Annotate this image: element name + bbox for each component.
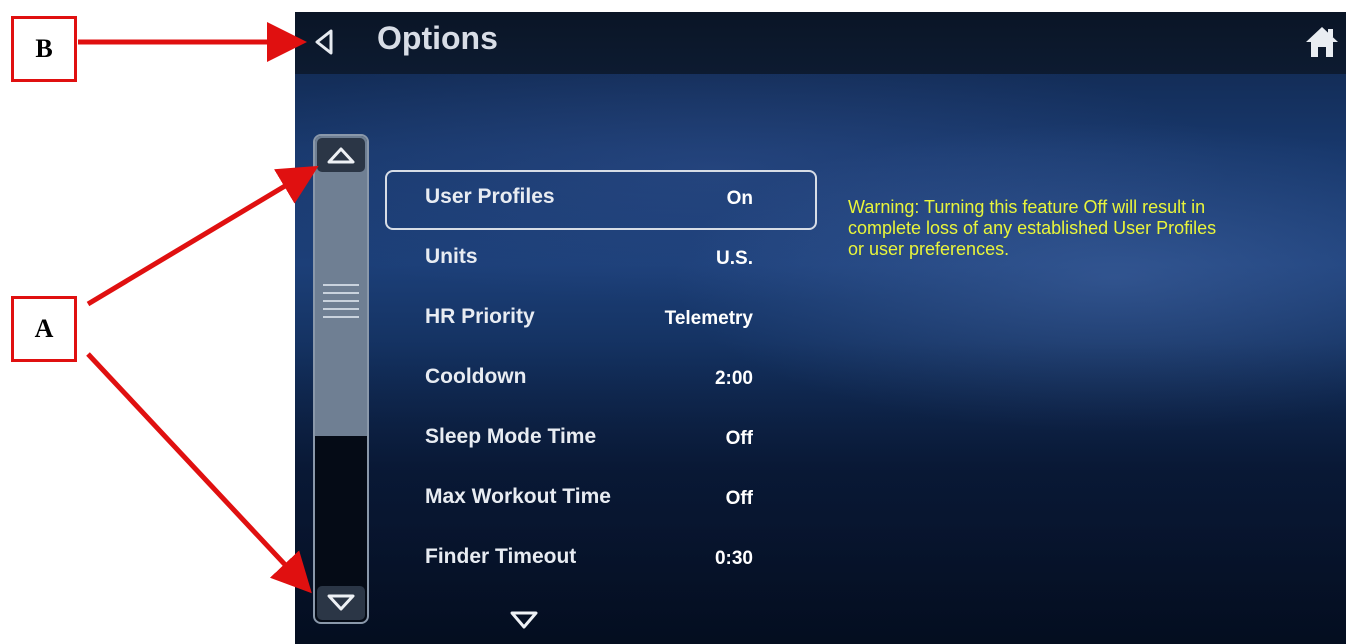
scroll-thumb[interactable] [315,136,367,436]
page-title: Options [377,20,498,56]
grip-line [323,308,359,310]
device-screen: Options User Profiles On Units U.S. HR P… [295,12,1346,644]
options-list: User Profiles On Units U.S. HR Priority … [385,170,817,590]
option-label: HR Priority [425,305,535,328]
option-row-cooldown[interactable]: Cooldown 2:00 [385,350,817,410]
arrow-a-to-down [86,352,312,594]
warning-message: Warning: Turning this feature Off will r… [848,197,1217,259]
option-value: Off [725,428,753,449]
scroll-up-triangle-icon [327,147,355,164]
scroll-down-button[interactable] [317,586,365,620]
option-label: User Profiles [425,185,555,208]
callout-b-text: B [35,34,53,63]
option-row-user-profiles[interactable]: User Profiles On [385,170,817,230]
option-value: Telemetry [664,308,753,329]
option-label: Sleep Mode Time [425,425,597,448]
grip-line [323,284,359,286]
option-row-max-workout-time[interactable]: Max Workout Time Off [385,470,817,530]
callout-b-label: B [11,16,77,82]
home-icon[interactable] [1304,24,1340,60]
option-value: On [726,188,753,209]
option-value: 0:30 [714,548,753,569]
grip-line [323,316,359,318]
option-value: 2:00 [714,368,753,389]
option-label: Cooldown [425,365,527,388]
option-label: Units [425,245,478,268]
back-triangle-icon[interactable] [313,28,335,56]
option-row-sleep-mode-time[interactable]: Sleep Mode Time Off [385,410,817,470]
option-value: U.S. [716,248,753,269]
grip-line [323,292,359,294]
option-row-hr-priority[interactable]: HR Priority Telemetry [385,290,817,350]
callout-a-text: A [34,314,54,343]
top-bar: Options [295,12,1346,74]
option-value: Off [725,488,753,509]
grip-line [323,300,359,302]
arrow-a-to-up [86,165,319,307]
option-label: Max Workout Time [425,485,611,508]
option-label: Finder Timeout [425,545,577,568]
scroll-down-triangle-icon [327,594,355,611]
option-row-finder-timeout[interactable]: Finder Timeout 0:30 [385,530,817,590]
options-scrollbar[interactable] [313,134,369,624]
more-options-down-icon[interactable] [508,609,540,631]
callout-a-label: A [11,296,77,362]
option-row-units[interactable]: Units U.S. [385,230,817,290]
scroll-up-button[interactable] [317,138,365,172]
